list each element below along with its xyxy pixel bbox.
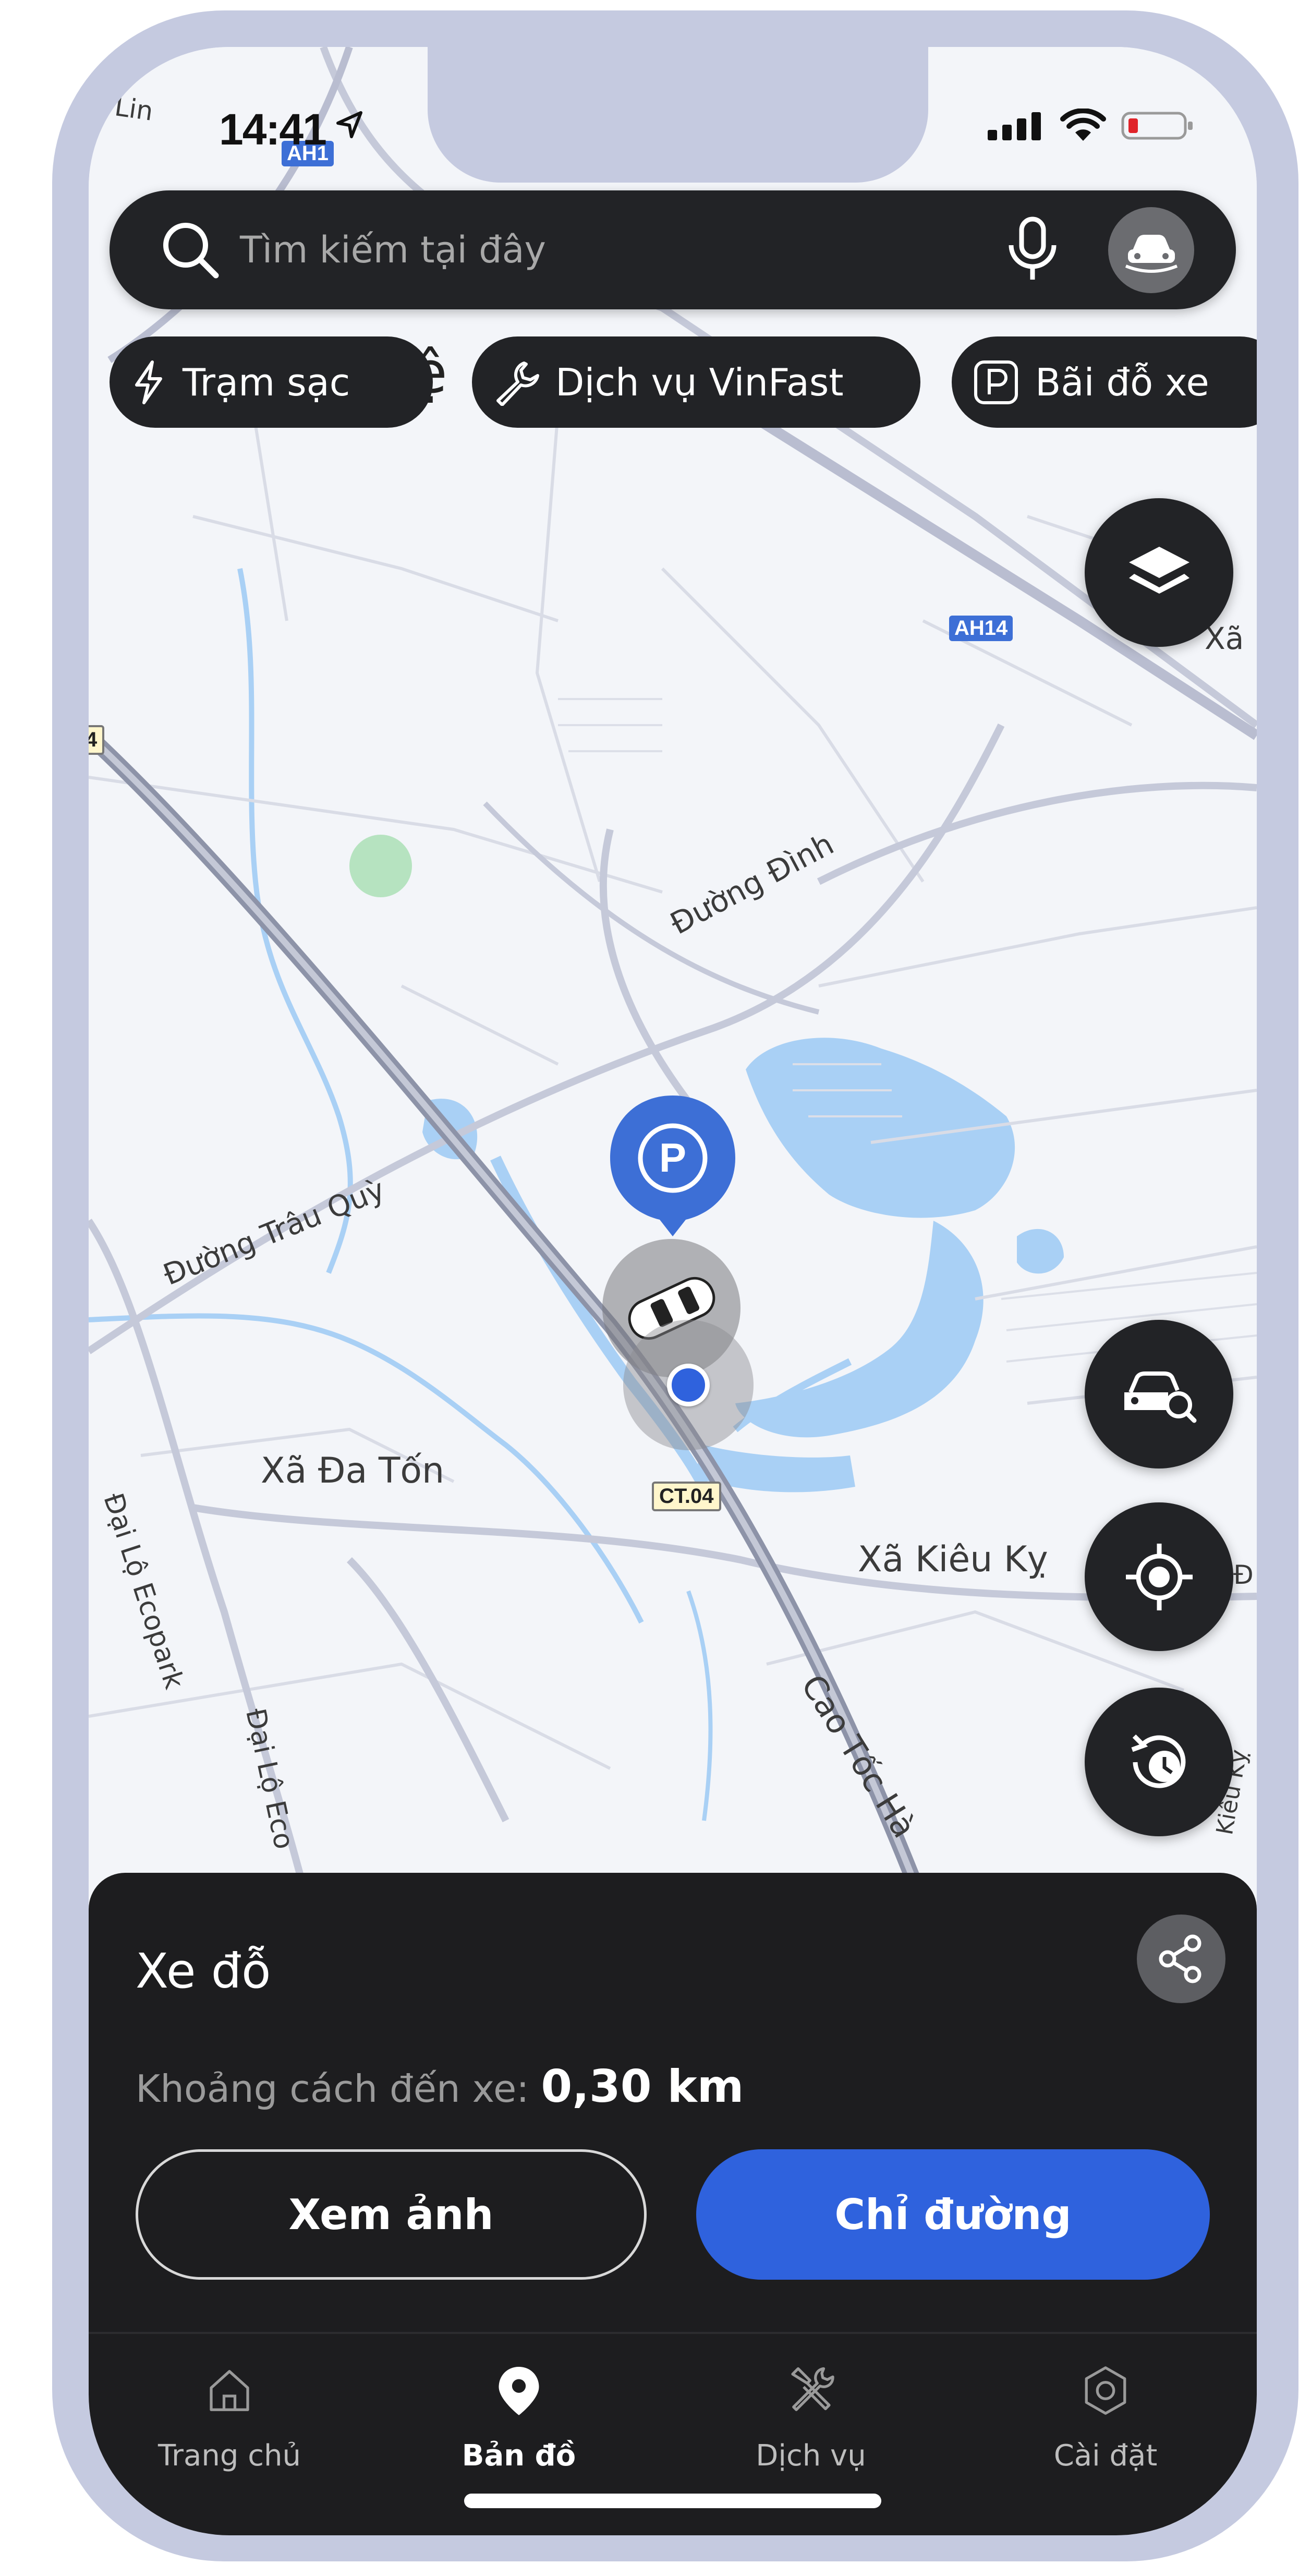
history-icon (1131, 1734, 1185, 1788)
map-label-commune-da-ton: Xã Đa Tốn (261, 1450, 445, 1491)
share-icon (1159, 1934, 1201, 1983)
parking-marker[interactable]: P (600, 1085, 746, 1242)
map-label-edge-d-right: Đ (1233, 1560, 1254, 1590)
microphone-icon[interactable] (1004, 216, 1061, 284)
road-shield-edge-4: 4 (89, 725, 105, 755)
map-label-commune-kieu-ky: Xã Kiêu Kỵ (858, 1539, 1048, 1580)
directions-button[interactable]: Chỉ đường (696, 2149, 1210, 2280)
crosshair-icon (1125, 1543, 1193, 1610)
layers-icon (1128, 546, 1189, 594)
wrench-icon (496, 361, 539, 406)
phone-screen: Đường Đình Đường Trâu Quỳ Xã Đa Tốn Xã K… (89, 47, 1257, 2535)
distance-label: Khoảng cách đến xe: (136, 2067, 529, 2111)
svg-text:P: P (659, 1135, 686, 1181)
nav-item-settings[interactable]: Cài đặt (975, 2348, 1236, 2473)
distance-text: Khoảng cách đến xe: 0,30 km (136, 2061, 744, 2113)
status-indicators (988, 109, 1194, 143)
battery-icon (1121, 112, 1193, 140)
status-time: 14:41 (219, 105, 327, 154)
history-button[interactable] (1085, 1688, 1233, 1836)
gear-icon (1085, 2366, 1126, 2415)
chip-parking[interactable]: Bãi đỗ xe (952, 336, 1257, 428)
search-icon (163, 223, 219, 279)
chip-label: Bãi đỗ xe (1035, 360, 1209, 404)
nav-item-map[interactable]: Bản đồ (389, 2348, 649, 2473)
road-shield-ah14: AH14 (949, 616, 1013, 641)
device-notch (428, 47, 928, 183)
road-shield-ct04: CT.04 (652, 1482, 721, 1511)
nav-item-home[interactable]: Trang chủ (99, 2348, 360, 2473)
user-location-marker (623, 1320, 754, 1450)
my-location-button[interactable] (1085, 1502, 1233, 1651)
nav-label: Bản đồ (462, 2439, 576, 2473)
map-layers-button[interactable] (1085, 498, 1233, 647)
nav-label: Trang chủ (158, 2439, 301, 2473)
home-indicator[interactable] (464, 2494, 881, 2508)
find-car-button[interactable] (1085, 1320, 1233, 1468)
signal-icon (988, 112, 1041, 140)
wifi-icon (1060, 109, 1106, 141)
parking-icon (974, 360, 1018, 404)
lightning-icon (135, 360, 162, 404)
nav-item-services[interactable]: Dịch vụ (681, 2348, 941, 2473)
parking-marker-icon: P (610, 1096, 735, 1236)
location-arrow-icon (336, 111, 362, 138)
map-label-edge-lin: Lin (113, 91, 155, 127)
nav-divider (89, 2332, 1257, 2334)
view-photo-button[interactable]: Xem ảnh (136, 2149, 647, 2280)
chip-label: Dịch vụ VinFast (555, 360, 844, 404)
search-bar[interactable]: Tìm kiếm tại đây (110, 190, 1236, 309)
nav-label: Dịch vụ (756, 2439, 866, 2473)
chip-charging-station[interactable]: Trạm sạc (110, 336, 433, 428)
map-pin-icon (499, 2367, 539, 2415)
user-location-dot (667, 1364, 710, 1406)
distance-value: 0,30 km (541, 2061, 744, 2113)
car-refresh-icon (1125, 235, 1178, 273)
chip-vinfast-service[interactable]: Dịch vụ VinFast (472, 336, 920, 428)
vehicle-switch-button[interactable] (1108, 207, 1194, 293)
chip-label: Trạm sạc (183, 360, 350, 404)
tools-icon (791, 2367, 834, 2411)
map-canvas[interactable] (89, 47, 1257, 1904)
share-button[interactable] (1137, 1915, 1225, 2003)
search-input[interactable]: Tìm kiếm tại đây (240, 228, 546, 271)
nav-label: Cài đặt (1053, 2439, 1158, 2473)
sheet-title: Xe đỗ (136, 1943, 271, 1999)
home-icon (210, 2370, 249, 2411)
car-search-icon (1124, 1371, 1196, 1423)
